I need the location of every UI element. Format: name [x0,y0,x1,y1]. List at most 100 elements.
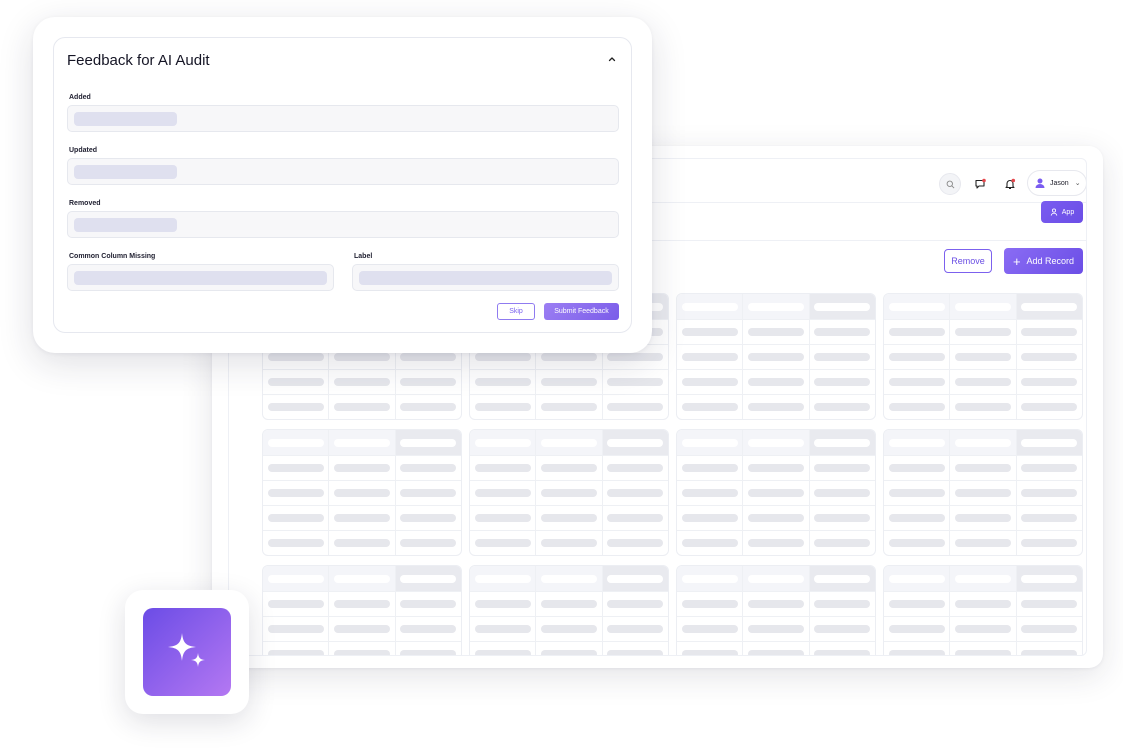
table-cell [535,430,601,455]
table-cell [884,456,949,480]
skeleton-bar [814,625,871,633]
skeleton-bar [333,600,390,608]
skeleton-bar [607,574,664,583]
table-row [884,505,1082,530]
table-cell [742,456,808,480]
table-cell [808,642,875,655]
table-row [470,455,668,480]
updated-field[interactable] [67,158,619,185]
skeleton-bar [474,514,531,522]
table-row [263,591,461,616]
skeleton-bar [888,650,945,655]
added-field[interactable] [67,105,619,132]
skeleton-bar [888,438,945,447]
user-menu[interactable]: Jason ⌄ [1027,170,1086,196]
skeleton-bar [540,438,597,447]
table-row [677,616,875,641]
table-cell [677,320,742,344]
skeleton-bar [747,600,804,608]
table-row [470,480,668,505]
common-column-missing-field[interactable] [67,264,334,291]
removed-field[interactable] [67,211,619,238]
table-row [263,505,461,530]
search-icon [946,180,954,188]
skeleton-bar [474,403,531,411]
submit-feedback-button[interactable]: Submit Feedback [544,303,619,320]
table-cell [470,531,535,555]
table-cell [328,370,394,394]
skeleton-bar [747,403,804,411]
label-field[interactable] [352,264,619,291]
table-cell [949,566,1015,591]
skeleton-bar [333,539,390,547]
skeleton-bar [267,464,324,472]
skeleton-bar [814,328,871,336]
skeleton-bar [954,353,1011,361]
chat-button[interactable] [969,173,991,195]
table-cell [328,395,394,419]
skeleton-bar [814,378,871,386]
removed-field-value [74,218,177,232]
table-cell [1015,642,1082,655]
skeleton-bar [954,464,1011,472]
skeleton-bar [747,489,804,497]
skeleton-table [883,429,1083,556]
skeleton-bar [607,514,664,522]
table-cell [677,617,742,641]
skeleton-bar [954,302,1011,311]
skeleton-table [883,293,1083,420]
table-cell [808,481,875,505]
table-row [470,369,668,394]
table-cell [1015,320,1082,344]
skeleton-bar [954,539,1011,547]
skeleton-bar [607,464,664,472]
chevron-up-icon[interactable] [607,54,617,64]
notifications-button[interactable] [999,173,1021,195]
skeleton-bar [681,650,738,655]
table-cell [394,592,461,616]
ai-badge [125,590,249,714]
table-cell [601,481,668,505]
table-header-row [884,566,1082,591]
skeleton-bar [400,378,457,386]
add-record-button[interactable]: + Add Record [1004,248,1083,274]
table-row [677,455,875,480]
table-row [263,455,461,480]
table-cell [949,531,1015,555]
table-cell [601,592,668,616]
table-cell [884,617,949,641]
table-cell [742,345,808,369]
skeleton-bar [474,600,531,608]
updated-label: Updated [69,147,97,154]
label-label: Label [354,253,373,260]
table-cell [394,481,461,505]
table-row [677,344,875,369]
skeleton-bar [814,574,871,583]
sparkle-icon [168,633,205,667]
table-row [263,369,461,394]
table-row [470,616,668,641]
table-cell [949,345,1015,369]
table-header-row [263,566,461,591]
skeleton-bar [681,378,738,386]
skeleton-bar [888,625,945,633]
feedback-card: Feedback for AI Audit Added Updated Remo… [53,37,632,333]
skeleton-bar [814,489,871,497]
search-button[interactable] [939,173,961,195]
app-button[interactable]: App [1041,201,1083,223]
skeleton-bar [814,650,871,655]
skeleton-bar [540,600,597,608]
table-cell [601,370,668,394]
skeleton-bar [888,574,945,583]
remove-button[interactable]: Remove [944,249,992,273]
table-cell [677,481,742,505]
table-row [884,641,1082,655]
table-cell [1015,506,1082,530]
skip-button[interactable]: Skip [497,303,535,320]
table-cell [677,592,742,616]
table-cell [808,370,875,394]
table-cell [535,395,601,419]
table-cell [535,481,601,505]
skeleton-bar [1021,438,1078,447]
table-cell [328,592,394,616]
